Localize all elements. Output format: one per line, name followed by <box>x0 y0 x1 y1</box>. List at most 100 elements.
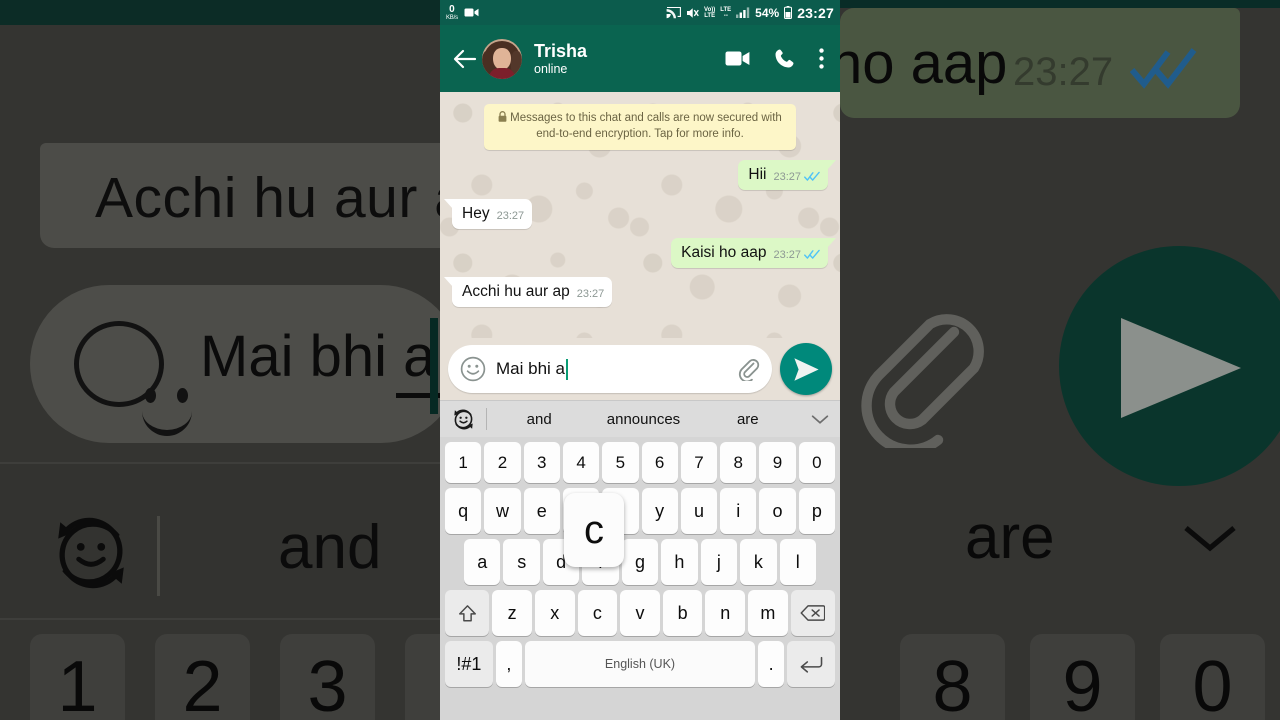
key-g[interactable]: g <box>621 539 659 585</box>
key-7[interactable]: 7 <box>680 442 718 483</box>
key-z[interactable]: z <box>492 590 532 636</box>
battery-percent-label: 54% <box>755 5 780 20</box>
period-key[interactable]: . <box>757 641 785 687</box>
contact-info[interactable]: Trisha online <box>534 41 725 76</box>
key-6[interactable]: 6 <box>641 442 678 483</box>
suggestion-word-1[interactable]: announces <box>591 411 695 428</box>
key-w[interactable]: w <box>484 488 521 534</box>
message-row[interactable]: Hey 23:27 <box>443 198 828 229</box>
message-input-container[interactable]: Mai bhi a <box>448 345 772 393</box>
suggestion-strip[interactable]: and announces are <box>440 400 840 437</box>
phone-call-icon[interactable] <box>774 48 795 69</box>
key-s[interactable]: s <box>503 539 540 585</box>
status-bar-clock: 23:27 <box>797 4 834 21</box>
phone-screen: 0 KB/s Vo)) LTE LTE ▪▪ 54% 23:27 Trisha … <box>440 0 840 720</box>
message-bubble-outgoing[interactable]: Kaisi ho aap 23:27 <box>671 237 836 268</box>
message-time: 23:27 <box>576 287 605 300</box>
key-9[interactable]: 9 <box>759 442 796 483</box>
key-n[interactable]: n <box>705 590 746 636</box>
key-0[interactable]: 0 <box>798 442 835 483</box>
key-e[interactable]: e <box>523 488 560 534</box>
key-5[interactable]: 5 <box>602 442 639 483</box>
avatar[interactable] <box>482 38 522 79</box>
message-row[interactable]: Hii 23:27 <box>452 159 836 190</box>
more-options-icon[interactable] <box>819 48 824 69</box>
send-button[interactable] <box>780 343 832 395</box>
volte-indicator: Vo)) LTE <box>704 7 715 19</box>
video-record-icon <box>464 8 479 17</box>
key-2[interactable]: 2 <box>484 442 521 483</box>
suggestion-word-0[interactable]: and <box>487 411 591 428</box>
emoji-smiley-icon[interactable] <box>460 356 486 382</box>
message-input-value: Mai bhi a <box>496 359 565 378</box>
back-arrow-icon[interactable] <box>452 46 478 72</box>
network-speed-unit: KB/s <box>446 14 458 21</box>
key-x[interactable]: x <box>534 590 575 636</box>
key-b[interactable]: b <box>662 590 703 636</box>
key-m[interactable]: m <box>748 590 788 636</box>
double-check-icon <box>804 171 820 182</box>
key-i[interactable]: i <box>720 488 757 534</box>
key-8[interactable]: 8 <box>720 442 757 483</box>
battery-icon <box>784 6 793 19</box>
lock-icon <box>498 111 507 122</box>
key-k[interactable]: k <box>740 539 777 585</box>
composer-bar: Mai bhi a <box>440 338 840 400</box>
signal-bars-icon <box>736 7 750 18</box>
key-j[interactable]: j <box>700 539 738 585</box>
network-speed-indicator: 0 KB/s <box>446 4 458 21</box>
message-text: Hey <box>462 204 490 222</box>
keyboard-row-q: q w e r t y u i o p <box>442 488 838 534</box>
key-3[interactable]: 3 <box>523 442 560 483</box>
chat-message-list[interactable]: Messages to this chat and calls are now … <box>440 92 840 338</box>
chevron-down-icon <box>811 414 829 424</box>
enter-key[interactable] <box>787 641 835 687</box>
keyboard-row-z: z x c v b n m <box>442 590 838 636</box>
key-v[interactable]: v <box>620 590 660 636</box>
message-bubble-incoming[interactable]: Acchi hu aur ap 23:27 <box>443 276 613 307</box>
shift-icon <box>458 604 476 621</box>
key-h[interactable]: h <box>661 539 698 585</box>
screenshot-stage: Acchi hu aur a Mai bhi a and 1 2 3 ho aa… <box>0 0 1280 720</box>
key-1[interactable]: 1 <box>445 442 482 483</box>
key-u[interactable]: u <box>680 488 718 534</box>
key-q[interactable]: q <box>445 488 482 534</box>
message-time: 23:27 <box>773 248 801 261</box>
emoji-switch-button[interactable] <box>440 408 486 431</box>
backspace-icon <box>800 605 826 621</box>
key-o[interactable]: o <box>759 488 796 534</box>
video-call-icon[interactable] <box>725 50 750 67</box>
symbols-key[interactable]: !#1 <box>445 641 493 687</box>
space-key[interactable]: English (UK) <box>525 641 755 687</box>
encryption-notice[interactable]: Messages to this chat and calls are now … <box>484 104 796 150</box>
chat-header: Trisha online <box>440 25 840 92</box>
message-time: 23:27 <box>773 170 801 183</box>
keyboard-row-numbers: 1 2 3 4 5 6 7 8 9 0 <box>442 442 838 483</box>
on-screen-keyboard[interactable]: 1 2 3 4 5 6 7 8 9 0 q w e r t y u i o <box>440 437 840 720</box>
key-p[interactable]: p <box>798 488 835 534</box>
expand-suggestions-button[interactable] <box>800 414 840 425</box>
message-input[interactable]: Mai bhi a <box>496 358 730 380</box>
message-row[interactable]: Kaisi ho aap 23:27 <box>452 237 836 268</box>
key-c[interactable]: c <box>577 590 618 636</box>
lte-indicator: LTE ▪▪ <box>720 6 732 19</box>
message-time: 23:27 <box>496 209 525 222</box>
key-y[interactable]: y <box>641 488 678 534</box>
message-bubble-outgoing[interactable]: Hii 23:27 <box>738 159 836 190</box>
send-icon <box>793 357 819 381</box>
keyboard-row-a: a s d f g h j k l <box>442 539 838 585</box>
key-4[interactable]: 4 <box>562 442 600 483</box>
backspace-key[interactable] <box>790 590 835 636</box>
message-bubble-incoming[interactable]: Hey 23:27 <box>443 198 533 229</box>
key-l[interactable]: l <box>779 539 816 585</box>
mute-icon <box>687 7 699 18</box>
key-a[interactable]: a <box>464 539 501 585</box>
paperclip-icon[interactable] <box>736 357 760 381</box>
volte-label-bottom: LTE <box>704 12 716 19</box>
double-check-icon <box>804 249 820 260</box>
comma-key[interactable]: , <box>495 641 523 687</box>
suggestion-word-2[interactable]: are <box>696 411 800 428</box>
shift-key[interactable] <box>445 590 490 636</box>
message-text: Hii <box>748 165 767 183</box>
message-row[interactable]: Acchi hu aur ap 23:27 <box>443 276 828 307</box>
